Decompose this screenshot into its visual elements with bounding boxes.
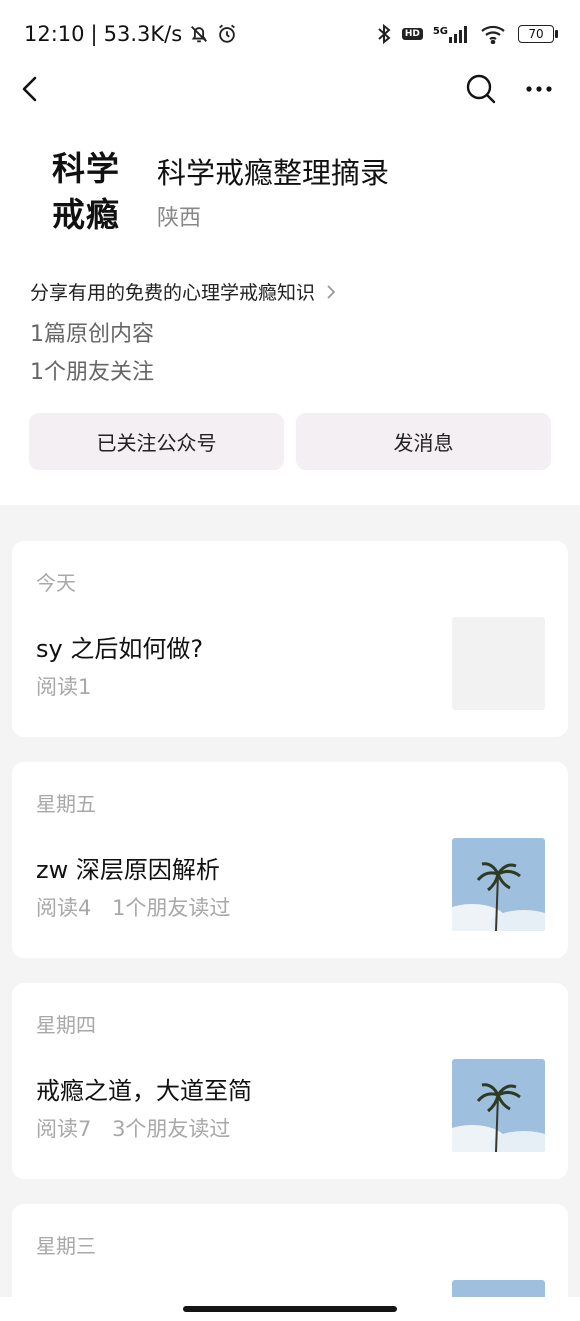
article-meta: 阅读1 xyxy=(36,671,105,701)
logo-line-1: 科学 xyxy=(52,149,120,188)
palm-tree-image xyxy=(452,1059,545,1152)
signal-icon: 5G xyxy=(433,25,470,43)
article-date: 今天 xyxy=(36,571,76,595)
status-time: 12:10 xyxy=(24,22,85,46)
signal-bars-icon xyxy=(449,26,467,43)
back-icon[interactable] xyxy=(16,72,46,106)
original-count: 1篇原创内容 xyxy=(30,322,154,347)
signal-label: 5G xyxy=(432,26,448,37)
network-speed: 53.3K/s xyxy=(103,22,183,46)
account-logo[interactable]: 科学 戒瘾 xyxy=(36,146,136,238)
wifi-icon xyxy=(481,25,505,44)
article-thumbnail xyxy=(452,838,545,931)
send-message-button[interactable]: 发消息 xyxy=(296,413,551,470)
article-title: sy 之后如何做? xyxy=(36,635,204,663)
article-friends-read: 3个朋友读过 xyxy=(112,1117,231,1141)
article-friends-read: 1个朋友读过 xyxy=(112,896,231,920)
article-reads: 阅读7 xyxy=(36,1117,92,1141)
bluetooth-icon xyxy=(378,23,391,45)
account-description[interactable]: 分享有用的免费的心理学戒瘾知识 xyxy=(30,278,337,305)
article-date: 星期三 xyxy=(36,1234,96,1258)
article-card[interactable]: 星期五 zw 深层原因解析 阅读4 1个朋友读过 xyxy=(12,762,568,958)
battery-icon: 70 xyxy=(518,25,558,43)
chevron-right-icon xyxy=(327,284,336,299)
search-icon[interactable] xyxy=(464,72,498,106)
friends-follow-count: 1个朋友关注 xyxy=(30,360,154,385)
description-text: 分享有用的免费的心理学戒瘾知识 xyxy=(30,282,316,304)
article-card[interactable]: 今天 sy 之后如何做? 阅读1 xyxy=(12,541,568,737)
article-reads: 阅读1 xyxy=(36,675,92,699)
article-title: zw 深层原因解析 xyxy=(36,856,220,884)
bell-off-icon xyxy=(191,26,208,43)
article-date: 星期五 xyxy=(36,792,96,816)
followed-button[interactable]: 已关注公众号 xyxy=(29,413,284,470)
status-separator: | xyxy=(90,22,98,46)
palm-tree-image xyxy=(452,838,545,931)
more-icon[interactable] xyxy=(522,72,556,106)
logo-line-2: 戒瘾 xyxy=(52,195,120,234)
alarm-icon xyxy=(219,24,236,43)
article-card[interactable]: 星期四 戒瘾之道，大道至简 阅读7 3个朋友读过 xyxy=(12,983,568,1179)
article-meta: 阅读7 3个朋友读过 xyxy=(36,1113,244,1143)
article-date: 星期四 xyxy=(36,1013,96,1037)
hd-icon: HD xyxy=(401,28,423,40)
article-thumbnail xyxy=(452,617,545,710)
article-thumbnail xyxy=(452,1059,545,1152)
navigation-bar xyxy=(0,60,580,118)
article-reads: 阅读4 xyxy=(36,896,92,920)
account-region: 陕西 xyxy=(157,206,202,231)
account-name: 科学戒瘾整理摘录 xyxy=(157,156,390,190)
status-right: HD 5G 70 xyxy=(376,23,558,45)
home-indicator[interactable] xyxy=(183,1306,397,1312)
status-left: 12:10 | 53.3K/s xyxy=(24,22,238,46)
article-title: 戒瘾之道，大道至简 xyxy=(36,1077,252,1105)
article-meta: 阅读4 1个朋友读过 xyxy=(36,892,244,922)
